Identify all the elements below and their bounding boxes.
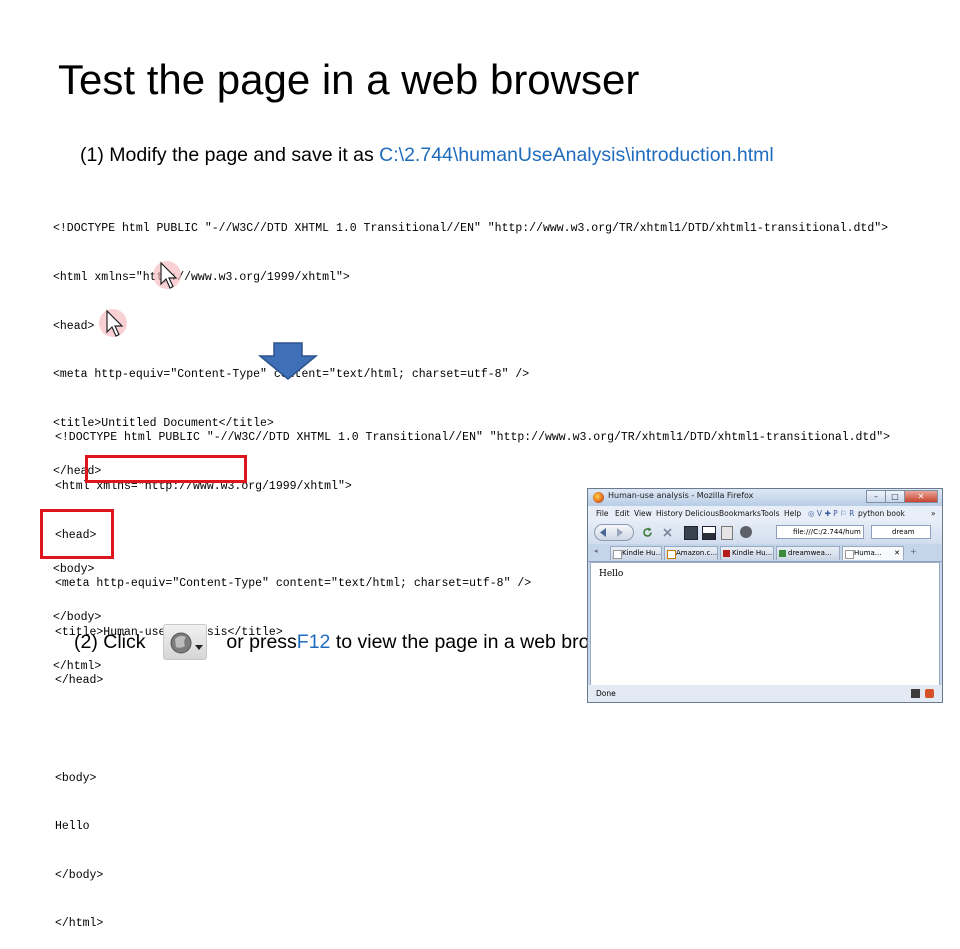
overflow-chevron-icon[interactable]: » [931,509,936,518]
slide-title: Test the page in a web browser [58,56,640,103]
close-button[interactable]: ✕ [904,490,938,503]
tag-icon[interactable] [721,526,733,540]
menu-history[interactable]: History [656,509,683,518]
url-text: file:///C:/2.744/hum [793,528,861,536]
code-line: <head> [53,319,95,333]
f12-key: F12 [296,631,331,653]
status-addon-icon[interactable] [911,689,920,698]
navigation-toolbar: file:///C:/2.744/hum dream [588,521,942,544]
step-2-instruction: (2) Click or press F12 to view the page … [74,624,635,660]
search-bar[interactable]: dream [871,525,931,539]
home-icon[interactable] [740,526,752,538]
tab-dreamweaver[interactable]: dreamwea... [776,546,840,560]
status-firebug-icon[interactable] [925,689,934,698]
window-controls: – □ ✕ [866,490,938,504]
firefox-window: Human-use analysis - Mozilla Firefox – □… [587,488,943,703]
code-line: <!DOCTYPE html PUBLIC "-//W3C//DTD XHTML… [55,431,891,445]
step-1-instruction: (1) Modify the page and save it as C:\2.… [80,141,774,169]
tab-label: dreamwea... [788,549,832,557]
tab-close-icon[interactable]: ✕ [894,547,900,560]
tab-kindle-2[interactable]: Kindle Hu... [720,546,774,560]
save-path: C:\2.744\humanUseAnalysis\introduction.h… [379,144,774,166]
code-line: <body> [55,771,97,785]
menu-help[interactable]: Help [784,509,801,518]
tab-amazon[interactable]: Amazon.c... [664,546,718,560]
tab-human-use[interactable]: Huma... ✕ [842,546,904,560]
bookmark-python-book[interactable]: python book [858,509,905,518]
minimize-button[interactable]: – [866,490,886,503]
tab-label: Huma... [854,549,882,557]
menu-delicious[interactable]: Delicious [685,509,719,518]
back-forward-button[interactable] [594,524,634,541]
menu-edit[interactable]: Edit [615,509,630,518]
down-arrow-icon [258,342,318,380]
status-bar: Done [588,685,942,702]
page-viewport: Hello [590,562,940,686]
mouse-pointer-icon [99,309,127,337]
code-line: Hello [55,820,90,834]
code-line: <meta http-equiv="Content-Type" content=… [53,368,530,382]
tab-label: Amazon.c... [676,549,718,557]
scroll-tabs-left-icon[interactable]: ◂ [594,547,598,555]
tab-label: Kindle Hu... [622,549,662,557]
menu-view[interactable]: View [634,509,652,518]
menu-bar: File Edit View History Delicious Bookmar… [588,506,942,521]
search-text: dream [892,528,915,536]
page-hello-text: Hello [599,569,624,579]
menu-bookmarks[interactable]: Bookmarks [719,509,761,518]
title-highlight-box [85,455,247,483]
maximize-button[interactable]: □ [885,490,905,503]
addon-icon[interactable] [702,526,716,540]
step-2-middle: or press [226,631,297,653]
window-titlebar: Human-use analysis - Mozilla Firefox – □… [588,489,942,506]
new-tab-icon[interactable]: + [910,547,917,556]
code-line: </html> [55,917,104,931]
firefox-logo-icon [593,492,604,503]
code-line: <!DOCTYPE html PUBLIC "-//W3C//DTD XHTML… [53,222,889,236]
body-highlight-box [40,509,114,559]
window-title: Human-use analysis - Mozilla Firefox [608,491,754,500]
menu-file[interactable]: File [596,509,609,518]
stop-icon[interactable] [662,527,673,538]
toolbar-icons[interactable]: ◎ V ✚ P ⚐ R [808,509,854,518]
status-text: Done [596,689,616,698]
menu-tools[interactable]: Tools [761,509,779,518]
code-line: </body> [55,868,104,882]
tab-strip: Kindle Hu... Amazon.c... Kindle Hu... dr… [588,544,942,562]
browser-preview-icon[interactable] [162,624,207,660]
addon-icon[interactable] [684,526,698,540]
step-1-text: (1) Modify the page and save it as [80,144,380,166]
reload-icon[interactable] [642,527,653,538]
tab-label: Kindle Hu... [732,549,773,557]
tab-kindle-1[interactable]: Kindle Hu... [610,546,662,560]
step-2-text: (2) Click [74,631,146,653]
mouse-pointer-icon [153,261,181,289]
url-bar[interactable]: file:///C:/2.744/hum [776,525,864,539]
